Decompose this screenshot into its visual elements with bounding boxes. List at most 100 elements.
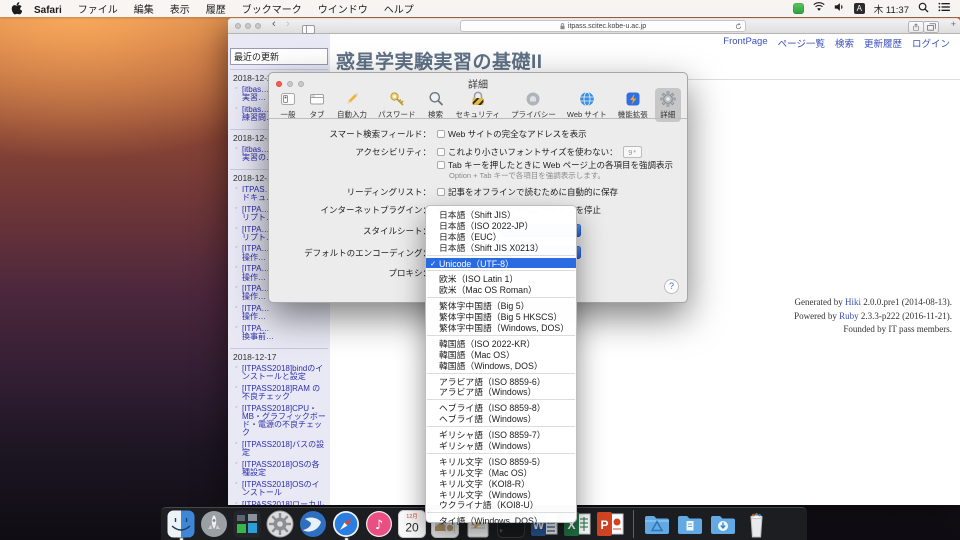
dock-trash-icon[interactable]: [742, 510, 770, 538]
help-button[interactable]: ?: [664, 279, 679, 294]
encoding-option[interactable]: ギリシャ語（Windows）: [426, 440, 576, 451]
encoding-option[interactable]: ヘブライ語（Windows）: [426, 413, 576, 424]
recent-update-link[interactable]: [ITPA… 操作…: [242, 305, 327, 321]
encoding-option-label: 韓国語（Windows, DOS）: [439, 359, 543, 372]
menubar-menu[interactable]: 履歴: [198, 5, 234, 16]
dock-finder-icon[interactable]: [167, 510, 195, 538]
dock-applications-folder-icon[interactable]: [643, 510, 671, 538]
dock-mission-control-icon[interactable]: [233, 510, 261, 538]
desktop: Safariファイル編集表示履歴ブックマークウインドウヘルプ A 木 11:37: [0, 0, 960, 540]
svg-text:20: 20: [405, 521, 419, 535]
menubar-menu[interactable]: ウインドウ: [310, 5, 376, 16]
menubar-menu[interactable]: 表示: [162, 5, 198, 16]
wiki-nav-link[interactable]: 検索: [835, 36, 854, 50]
pref-option-note: Option + Tab キーで各項目を強調表示します。: [449, 170, 605, 181]
footer-text: Generated by: [795, 297, 845, 307]
menu-separator: [427, 270, 575, 271]
general-icon: [279, 90, 297, 108]
menubar-menu[interactable]: ファイル: [70, 5, 126, 16]
prefs-row-label: スタイルシート：: [269, 225, 431, 237]
tab-overview-button[interactable]: [923, 21, 939, 33]
prefs-tab-tabs[interactable]: タブ: [304, 88, 330, 122]
encoding-option-label: ヘブライ語（Windows）: [439, 412, 536, 425]
menubar-menu[interactable]: ブックマーク: [234, 5, 310, 16]
input-source-icon[interactable]: A: [854, 3, 865, 14]
prefs-tab-advanced[interactable]: 詳細: [655, 88, 681, 122]
encoding-option[interactable]: 繁体字中国語（Windows, DOS）: [426, 322, 576, 333]
checkbox[interactable]: [437, 188, 445, 196]
menubar-menu[interactable]: ヘルプ: [376, 5, 422, 16]
prefs-tab-autofill[interactable]: 自動入力: [333, 88, 371, 122]
dock-powerpoint-icon[interactable]: P: [596, 510, 624, 538]
font-size-select[interactable]: 9▾: [623, 146, 642, 158]
menu-separator: [427, 373, 575, 374]
menubar-menu[interactable]: Safari: [26, 5, 70, 16]
menu-scroll-down-arrow[interactable]: ▼: [426, 528, 576, 536]
recent-update-link[interactable]: [ITPASS2018]CPU・MB・グラフィックボード・電源の不良チェック: [242, 405, 327, 438]
dock-launchpad-icon[interactable]: [200, 510, 228, 538]
prefs-tab-security[interactable]: セキュリティ: [452, 88, 505, 122]
recent-update-link[interactable]: [ITPA… 換事前…: [242, 325, 327, 341]
encoding-option[interactable]: タイ語（Windows, DOS）: [426, 515, 576, 526]
menubar-clock[interactable]: 木 11:37: [874, 2, 909, 16]
svg-text:P: P: [600, 518, 608, 532]
new-tab-button[interactable]: +: [951, 19, 956, 29]
recent-update-link[interactable]: [ITPASS2018]OSのインストール: [242, 481, 327, 497]
wiki-nav: FrontPage ページ一覧検索更新履歴ログイン: [723, 36, 950, 50]
recent-update-link[interactable]: [ITPASS2018]バスの設定: [242, 441, 327, 457]
reload-icon[interactable]: [735, 23, 742, 32]
dock-calendar-icon[interactable]: 12月20: [398, 510, 426, 538]
prefs-tab-privacy[interactable]: プライバシー: [507, 88, 560, 122]
encoding-option[interactable]: ウクライナ語（KOI8-U）: [426, 499, 576, 510]
encoding-option[interactable]: 日本語（Shift JIS X0213）: [426, 242, 576, 253]
encoding-option[interactable]: アラビア語（Windows）: [426, 386, 576, 397]
prefs-tab-passwords[interactable]: パスワード: [374, 88, 420, 122]
dock-thunderbird-icon[interactable]: [299, 510, 327, 538]
spotlight-icon[interactable]: [918, 2, 929, 16]
forward-button[interactable]: ›: [286, 17, 290, 32]
recent-update-link[interactable]: [ITPASS2018]RAM の不良チェック: [242, 385, 327, 401]
wiki-nav-link[interactable]: FrontPage: [723, 36, 767, 50]
wiki-nav-link[interactable]: 更新履歴: [864, 36, 902, 50]
footer-text: 2.3.3-p222 (2016-11-21).: [859, 311, 952, 321]
apple-menu-icon[interactable]: [11, 2, 22, 15]
volume-icon[interactable]: [834, 2, 845, 15]
address-bar[interactable]: itpass.scitec.kobe-u.ac.jp: [460, 20, 746, 32]
prefs-tab-general[interactable]: 一般: [275, 88, 301, 122]
close-button[interactable]: [235, 23, 241, 29]
dock-system-preferences-icon[interactable]: [266, 510, 294, 538]
recent-update-link[interactable]: [ITPASS2018]ローカルでのバックアップの設定: [242, 501, 327, 505]
encoding-option[interactable]: 韓国語（Windows, DOS）: [426, 360, 576, 371]
wifi-icon[interactable]: [813, 2, 825, 15]
recent-update-link[interactable]: [ITPASS2018]bindのインストールと設定: [242, 365, 327, 381]
dock-documents-folder-icon[interactable]: [676, 510, 704, 538]
dock-downloads-folder-icon[interactable]: [709, 510, 737, 538]
checkbox[interactable]: [437, 130, 445, 138]
prefs-tab-websites[interactable]: Web サイト: [563, 88, 611, 122]
wiki-nav-link[interactable]: ログイン: [912, 36, 950, 50]
autofill-icon: [343, 90, 361, 108]
notification-center-icon[interactable]: [938, 2, 950, 15]
prefs-tab-extensions[interactable]: 機能拡張: [614, 88, 652, 122]
checkbox[interactable]: [437, 161, 445, 169]
encoding-option[interactable]: 欧米（Mac OS Roman）: [426, 284, 576, 295]
passwords-icon: [388, 90, 406, 108]
zoom-button[interactable]: [255, 23, 261, 29]
encoding-option[interactable]: ✓Unicode（UTF-8）: [426, 258, 576, 269]
security-icon: [469, 90, 487, 108]
back-button[interactable]: ‹: [272, 17, 276, 32]
dock-safari-icon[interactable]: [332, 510, 360, 538]
footer-link[interactable]: Ruby: [839, 311, 859, 321]
dock-itunes-icon[interactable]: ♪: [365, 510, 393, 538]
menubar-menu[interactable]: 編集: [126, 5, 162, 16]
wiki-nav-link[interactable]: ページ一覧: [778, 36, 825, 50]
recent-update-link[interactable]: [ITPASS2018]OSの各種設定: [242, 461, 327, 477]
minimize-button[interactable]: [245, 23, 251, 29]
footer-link[interactable]: Hiki: [845, 297, 861, 307]
share-button[interactable]: [908, 21, 924, 33]
menu-separator: [427, 335, 575, 336]
prefs-tab-search[interactable]: 検索: [423, 88, 449, 122]
encoding-option-label: Unicode（UTF-8）: [439, 257, 514, 270]
checkbox[interactable]: [437, 148, 445, 156]
status-app-icon[interactable]: [793, 3, 804, 14]
